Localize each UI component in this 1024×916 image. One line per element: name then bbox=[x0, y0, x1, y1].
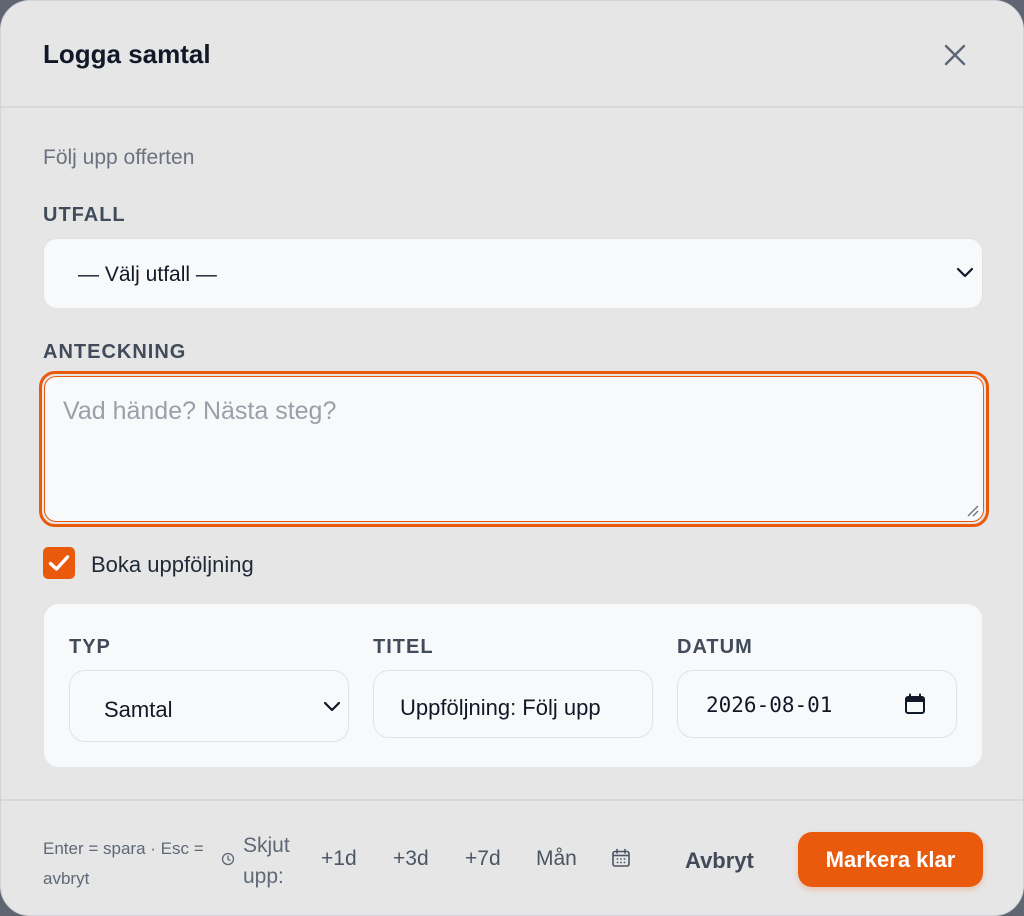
snooze-7d-button[interactable]: +7d bbox=[465, 847, 501, 871]
resize-handle-icon[interactable] bbox=[965, 503, 979, 517]
modal-subtitle: Följ upp offerten bbox=[43, 146, 195, 169]
snooze-monday-button[interactable]: Mån bbox=[536, 847, 577, 871]
chevron-down-icon bbox=[323, 701, 341, 712]
note-label: ANTECKNING bbox=[43, 341, 187, 363]
mark-done-button[interactable]: Markera klar bbox=[798, 832, 983, 887]
type-select[interactable]: Samtal bbox=[69, 670, 349, 742]
close-button[interactable] bbox=[937, 37, 973, 73]
title-input-value: Uppföljning: Följ upp bbox=[400, 695, 601, 720]
note-textarea-focus-ring: Vad hände? Nästa steg? bbox=[39, 371, 989, 527]
snooze-label: Skjut upp: bbox=[243, 834, 290, 888]
clock-icon bbox=[221, 852, 235, 866]
outcome-label: UTFALL bbox=[43, 204, 126, 226]
modal-title: Logga samtal bbox=[43, 39, 211, 69]
calendar-icon[interactable] bbox=[904, 693, 926, 715]
type-select-value: Samtal bbox=[104, 697, 173, 722]
snooze-1d-button[interactable]: +1d bbox=[321, 847, 357, 871]
calendar-icon[interactable] bbox=[611, 848, 631, 868]
log-call-modal: Logga samtal Följ upp offerten UTFALL — … bbox=[0, 0, 1024, 916]
outcome-select-value: — Välj utfall — bbox=[78, 263, 217, 286]
cancel-button[interactable]: Avbryt bbox=[685, 848, 754, 874]
modal-header: Logga samtal bbox=[1, 1, 1023, 108]
checkmark-icon bbox=[48, 555, 70, 571]
note-textarea[interactable]: Vad hände? Nästa steg? bbox=[44, 376, 984, 522]
keyboard-hint: Enter = spara · Esc = avbryt bbox=[43, 839, 204, 888]
date-input-value: 2026-08-01 bbox=[706, 693, 833, 717]
title-label: TITEL bbox=[373, 636, 434, 658]
outcome-select[interactable]: — Välj utfall — bbox=[43, 238, 983, 309]
snooze-3d-button[interactable]: +3d bbox=[393, 847, 429, 871]
followup-checkbox-label[interactable]: Boka uppföljning bbox=[91, 552, 254, 578]
note-placeholder: Vad hände? Nästa steg? bbox=[63, 397, 337, 425]
followup-checkbox[interactable] bbox=[43, 547, 75, 579]
close-icon bbox=[944, 44, 966, 66]
title-input[interactable]: Uppföljning: Följ upp bbox=[373, 670, 653, 738]
date-label: DATUM bbox=[677, 636, 753, 658]
chevron-down-icon bbox=[956, 267, 974, 278]
type-label: TYP bbox=[69, 636, 111, 658]
date-input[interactable]: 2026-08-01 bbox=[677, 670, 957, 738]
